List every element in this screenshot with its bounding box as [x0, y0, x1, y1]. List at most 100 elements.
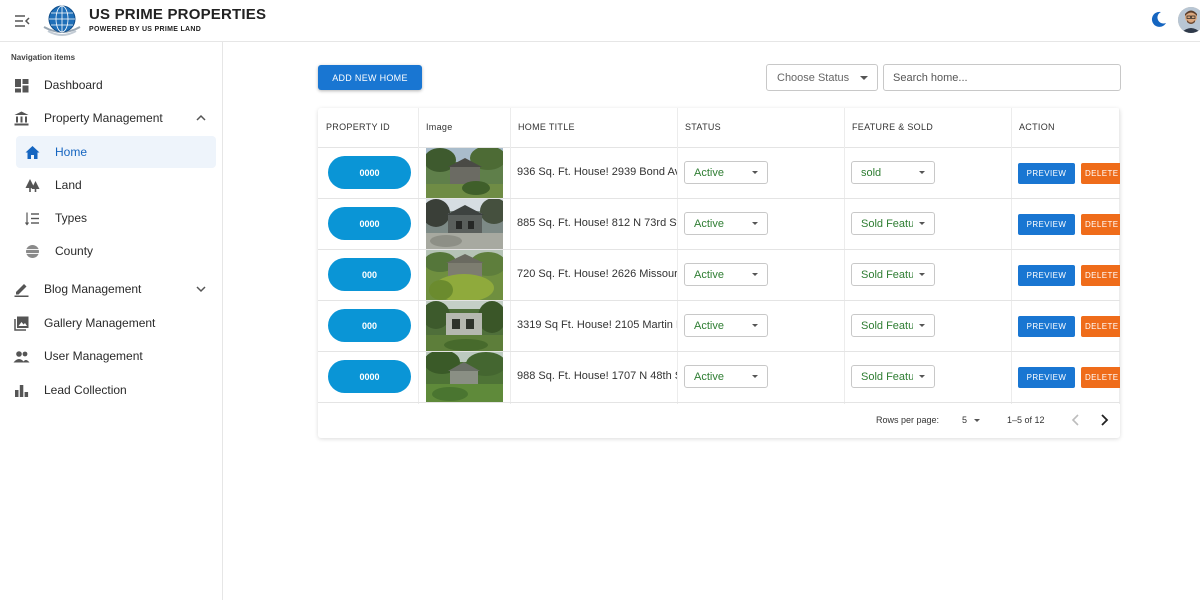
forest-icon [25, 179, 40, 192]
sidebar-item-label: Gallery Management [44, 316, 156, 330]
column-header-status: STATUS [677, 108, 844, 148]
sidebar-item-types[interactable]: Types [16, 202, 216, 234]
property-id-badge[interactable]: 000 [328, 258, 411, 291]
sidebar-item-label: Types [55, 211, 88, 225]
column-header-image: Image [418, 108, 510, 148]
delete-button[interactable]: DELETE [1081, 265, 1120, 286]
sidebar-item-dashboard[interactable]: Dashboard [0, 69, 223, 101]
bank-icon [14, 111, 29, 126]
gallery-icon [14, 316, 29, 331]
avatar-image [1178, 7, 1200, 33]
property-thumbnail[interactable] [426, 148, 503, 198]
property-thumbnail[interactable] [426, 352, 503, 402]
status-select[interactable]: Active [684, 365, 768, 388]
sidebar-item-label: County [55, 244, 94, 258]
property-id-badge[interactable]: 000 [328, 309, 411, 342]
sidebar-item-gallery-management[interactable]: Gallery Management [0, 307, 223, 339]
preview-button[interactable]: PREVIEW [1018, 316, 1075, 337]
dark-mode-icon[interactable] [1150, 10, 1168, 28]
property-image [426, 301, 503, 351]
status-value: Active [694, 320, 724, 332]
caret-down-icon [752, 171, 758, 174]
home-title: 936 Sq. Ft. House! 2939 Bond Ave [517, 166, 677, 178]
caret-down-icon [752, 324, 758, 327]
home-icon [25, 146, 40, 159]
caret-down-icon [919, 324, 925, 327]
delete-button[interactable]: DELETE [1081, 163, 1120, 184]
feature-sold-select[interactable]: Sold Featured [851, 365, 935, 388]
property-thumbnail[interactable] [426, 250, 503, 300]
rows-per-page-value: 5 [962, 415, 968, 425]
property-image [426, 148, 503, 198]
caret-down-icon [919, 273, 925, 276]
sidebar-item-home[interactable]: Home [16, 136, 216, 168]
property-image [426, 199, 503, 249]
status-select[interactable]: Active [684, 161, 768, 184]
sidebar-item-user-management[interactable]: User Management [0, 340, 223, 372]
feature-sold-select[interactable]: Sold Featured [851, 212, 935, 235]
preview-button[interactable]: PREVIEW [1018, 265, 1075, 286]
sidebar-item-county[interactable]: County [16, 235, 216, 267]
status-select[interactable]: Active [684, 212, 768, 235]
list-icon [25, 212, 39, 226]
column-header-home-title: HOME TITLE [510, 108, 677, 148]
feature-sold-select[interactable]: sold [851, 161, 935, 184]
sidebar-item-property-management[interactable]: Property Management [0, 102, 223, 134]
delete-button[interactable]: DELETE [1081, 316, 1120, 337]
property-thumbnail[interactable] [426, 301, 503, 351]
chevron-down-icon [196, 286, 206, 293]
preview-button[interactable]: PREVIEW [1018, 214, 1075, 235]
menu-collapse-icon[interactable] [12, 11, 32, 31]
nav-heading: Navigation items [11, 53, 76, 62]
caret-down-icon [752, 222, 758, 225]
logo-icon [43, 5, 81, 36]
property-id-badge[interactable]: 0000 [328, 360, 411, 393]
rows-per-page-select[interactable]: 5 [958, 411, 984, 429]
preview-button[interactable]: PREVIEW [1018, 367, 1075, 388]
app-header: US PRIME PROPERTIES POWERED BY US PRIME … [0, 0, 1200, 42]
property-id-badge[interactable]: 0000 [328, 207, 411, 240]
chevron-up-icon [196, 114, 206, 121]
delete-button[interactable]: DELETE [1081, 367, 1120, 388]
property-id-badge[interactable]: 0000 [328, 156, 411, 189]
search-input[interactable] [883, 64, 1121, 91]
sidebar-item-label: Blog Management [44, 282, 142, 296]
sidebar-item-label: User Management [44, 349, 143, 363]
home-title: 3319 Sq Ft. House! 2105 Martin Luther Ki… [517, 319, 677, 331]
table-row: 0000 988 Sq. Ft. House! 1707 N 48th St A… [318, 352, 1120, 403]
rows-per-page-label: Rows per page: [876, 415, 940, 425]
status-select[interactable]: Active [684, 314, 768, 337]
sidebar-item-label: Property Management [44, 111, 163, 125]
preview-button[interactable]: PREVIEW [1018, 163, 1075, 184]
sidebar-item-land[interactable]: Land [16, 169, 216, 201]
sidebar: Navigation items Dashboard Property Mana… [0, 42, 223, 600]
sidebar-item-label: Land [55, 178, 82, 192]
pagination-range: 1–5 of 12 [1007, 415, 1045, 425]
sidebar-item-label: Lead Collection [44, 383, 127, 397]
caret-down-icon [860, 76, 868, 80]
feature-value: Sold Featured [861, 269, 913, 281]
chevron-left-icon[interactable] [1068, 412, 1084, 428]
caret-down-icon [752, 375, 758, 378]
table-pagination: Rows per page: 5 1–5 of 12 [318, 404, 1120, 438]
table-row: 0000 885 Sq. Ft. House! 812 N 73rd St Ac… [318, 199, 1120, 250]
caret-down-icon [919, 375, 925, 378]
globe-icon [26, 245, 39, 258]
bar-chart-icon [15, 385, 29, 397]
sidebar-item-lead-collection[interactable]: Lead Collection [0, 374, 223, 406]
chevron-right-icon[interactable] [1096, 412, 1112, 428]
feature-sold-select[interactable]: Sold Featured [851, 314, 935, 337]
sidebar-item-blog-management[interactable]: Blog Management [0, 273, 223, 305]
status-select[interactable]: Active [684, 263, 768, 286]
caret-down-icon [974, 419, 980, 422]
caret-down-icon [919, 222, 925, 225]
column-header-action: ACTION [1011, 108, 1120, 148]
property-thumbnail[interactable] [426, 199, 503, 249]
feature-sold-select[interactable]: Sold Featured [851, 263, 935, 286]
add-new-home-button[interactable]: ADD NEW HOME [318, 65, 422, 90]
status-filter-select[interactable]: Choose Status [766, 64, 878, 91]
delete-button[interactable]: DELETE [1081, 214, 1120, 235]
feature-value: sold [861, 167, 882, 179]
avatar[interactable] [1178, 7, 1200, 33]
table-row: 000 720 Sq. Ft. House! 2626 Missouri Ave… [318, 250, 1120, 301]
